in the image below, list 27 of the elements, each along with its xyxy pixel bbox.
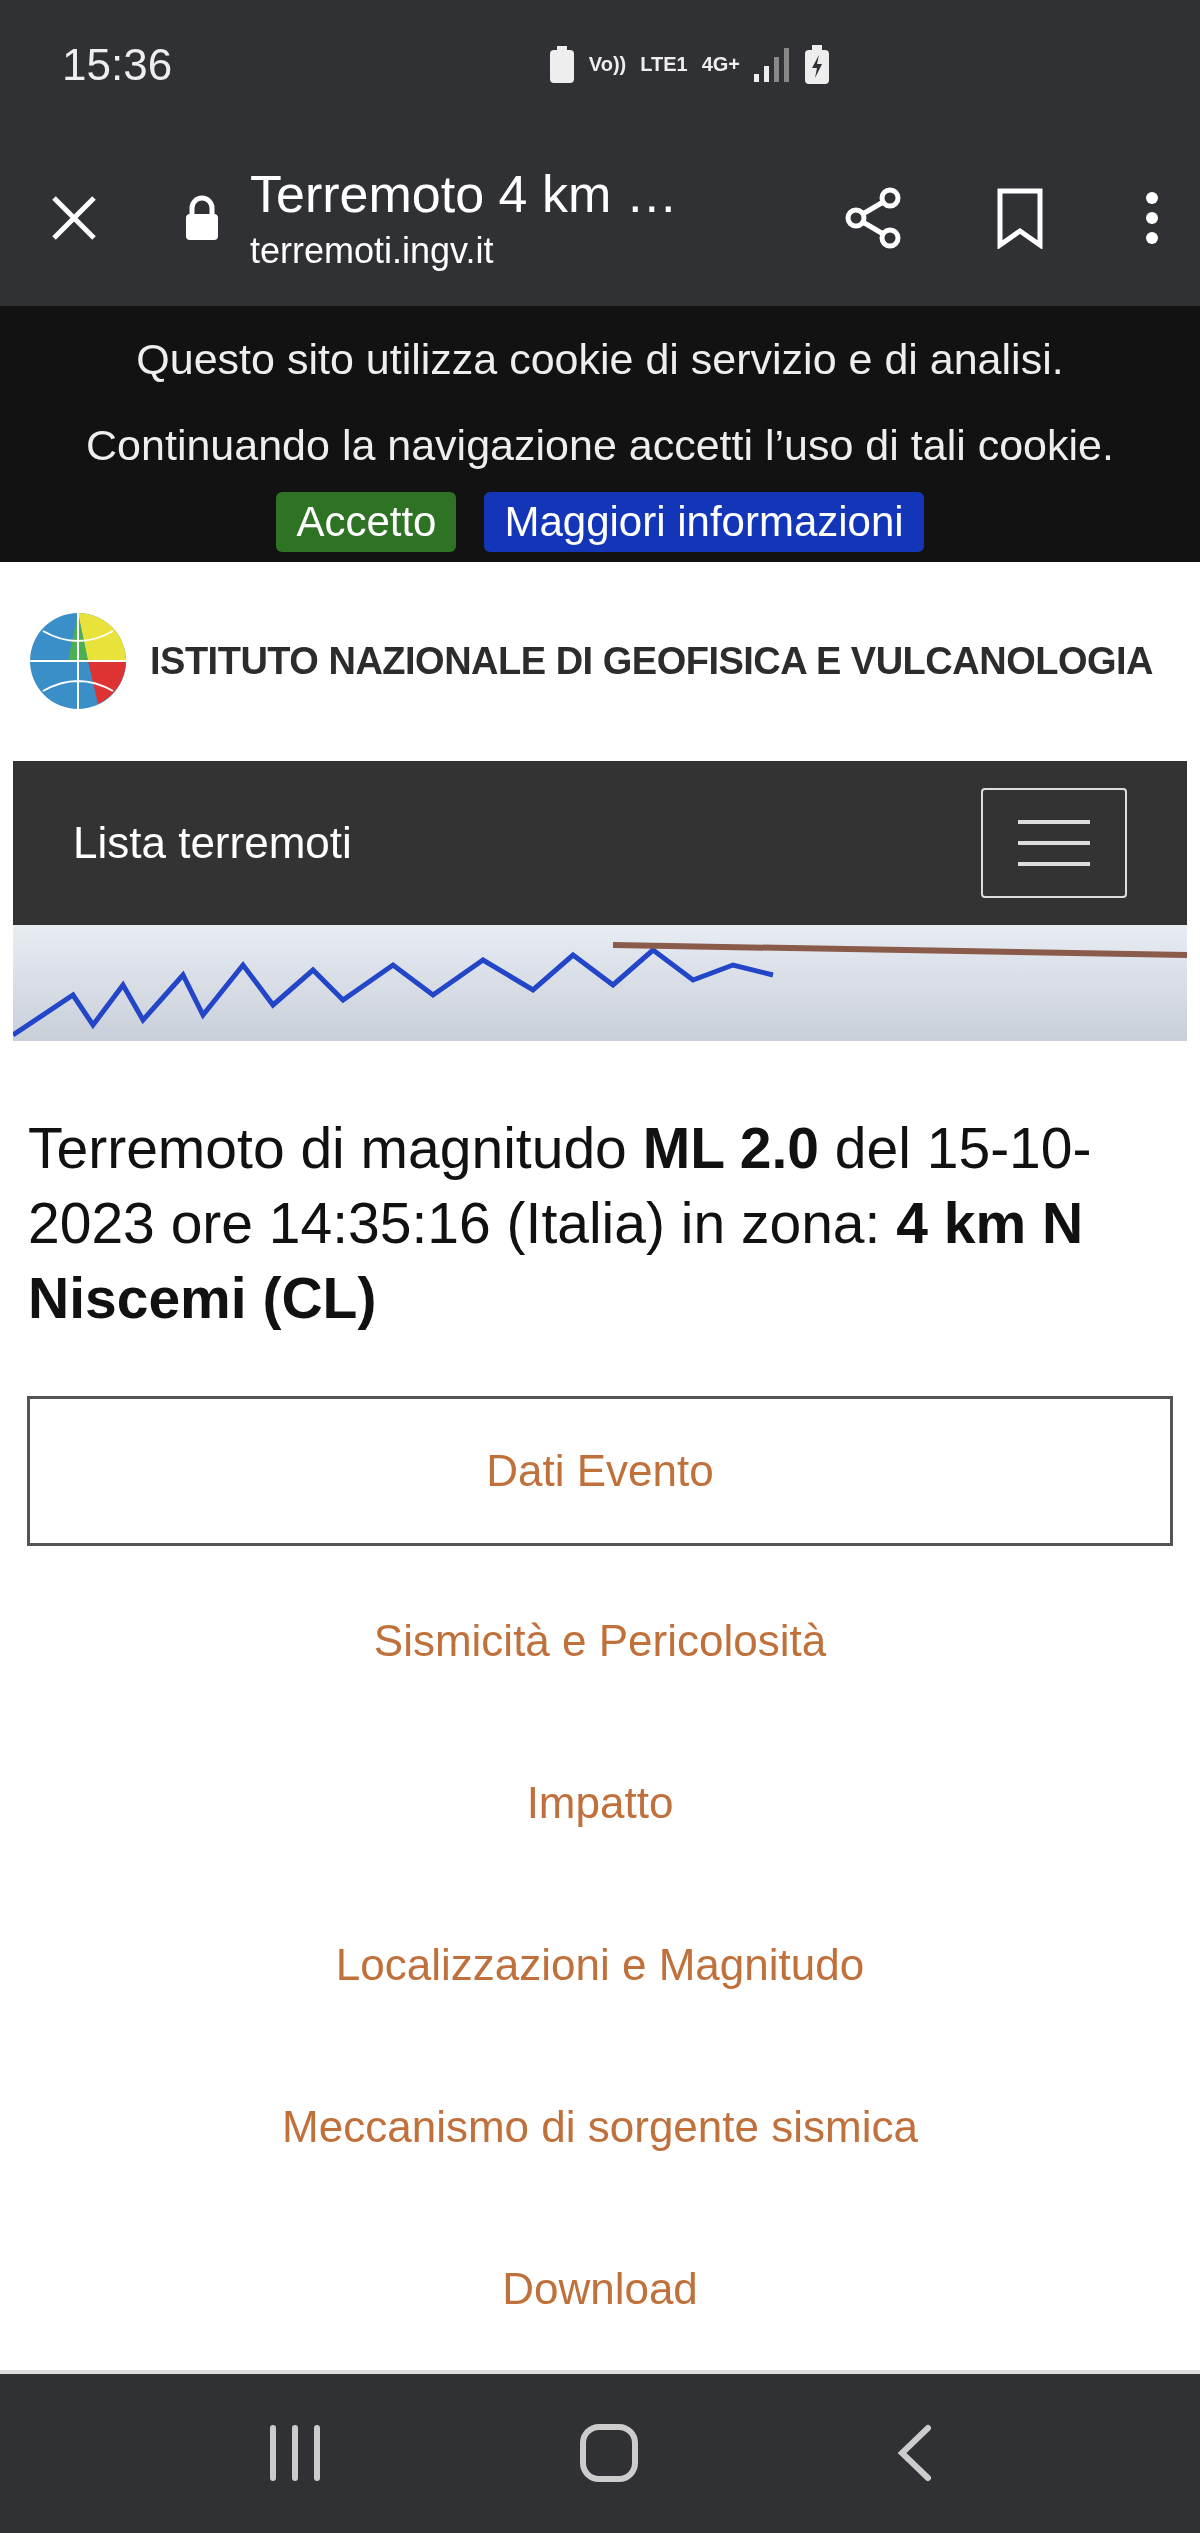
more-info-button[interactable]: Maggiori informazioni bbox=[484, 492, 924, 553]
cookie-notice-text: Questo sito utilizza cookie di servizio e di analisi. bbox=[136, 334, 1064, 386]
more-icon[interactable] bbox=[1144, 189, 1160, 246]
lock-icon bbox=[184, 194, 220, 241]
event-heading: Terremoto di magnitudo ML 2.0 del 15-10-2023 ore 14:35:16 (Italia) in zona: 4 km N Niscemi (CL) bbox=[27, 1115, 1093, 1332]
back-icon[interactable] bbox=[895, 2424, 932, 2483]
battery-saver-icon bbox=[548, 45, 575, 84]
globe-logo-icon bbox=[28, 611, 128, 712]
institute-name: ISTITUTO NAZIONALE DI GEOFISICA E VULCANOLOGIA bbox=[150, 639, 1154, 683]
network-indicator: 4G+ bbox=[701, 53, 740, 77]
page-title: Terremoto 4 km … bbox=[250, 163, 679, 224]
section-tab[interactable]: Dati Evento bbox=[27, 1396, 1173, 1546]
cookie-notice-text: Continuando la navigazione accetti l’uso di tali cookie. bbox=[86, 420, 1114, 472]
navbar-title[interactable]: Lista terremoti bbox=[73, 817, 352, 868]
clock: 15:36 bbox=[62, 39, 173, 90]
network-indicator: Vo)) bbox=[588, 53, 627, 77]
signal-icon bbox=[754, 47, 790, 82]
accept-button[interactable]: Accetto bbox=[276, 492, 457, 553]
bookmark-icon[interactable] bbox=[996, 186, 1044, 249]
close-icon[interactable] bbox=[50, 193, 98, 242]
network-indicator: LTE1 bbox=[640, 53, 688, 77]
recent-apps-icon[interactable] bbox=[268, 2425, 323, 2482]
menu-button[interactable] bbox=[981, 787, 1127, 898]
home-icon[interactable] bbox=[579, 2423, 639, 2484]
url-text: terremoti.ingv.it bbox=[250, 229, 495, 272]
battery-charging-icon bbox=[804, 44, 830, 85]
menu-icon bbox=[1016, 817, 1092, 868]
